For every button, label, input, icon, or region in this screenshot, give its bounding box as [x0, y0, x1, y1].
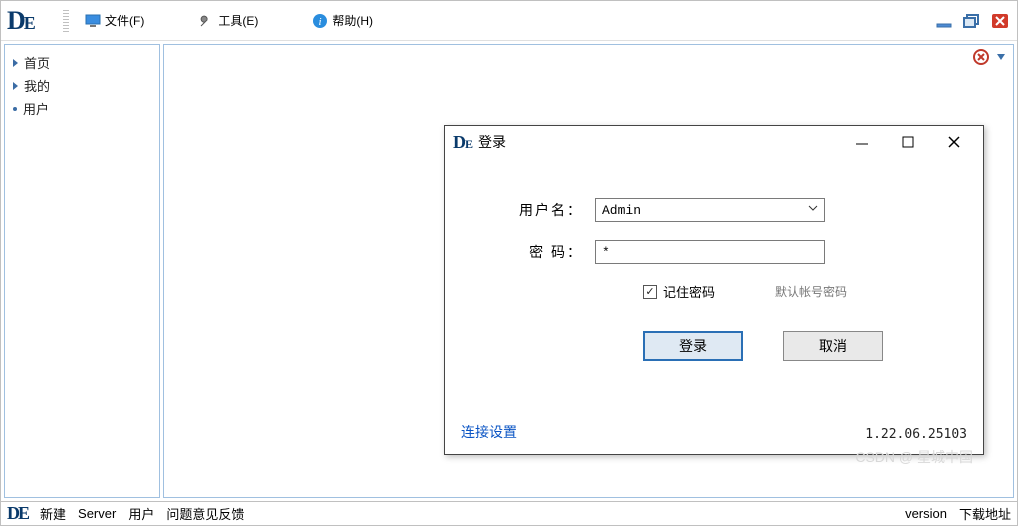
sidebar-item-mine[interactable]: 我的 [9, 74, 155, 97]
sidebar-item-home[interactable]: 首页 [9, 51, 155, 74]
sidebar-item-label: 用户 [23, 99, 49, 118]
triangle-icon [13, 59, 18, 67]
divider-icon [63, 10, 69, 32]
dialog-maximize-icon[interactable] [899, 133, 917, 151]
wrench-icon [198, 13, 214, 29]
main-top-icons [973, 49, 1007, 65]
password-input[interactable] [595, 240, 825, 264]
dialog-title: 登录 [478, 132, 506, 152]
menubar: DE 文件(F) 工具(E) i 帮助(H) [1, 1, 1017, 41]
close-icon[interactable] [989, 12, 1011, 30]
dialog-titlebar: DE 登录 [445, 126, 983, 158]
body: 首页 我的 用户 DE [1, 41, 1017, 501]
dialog-minimize-icon[interactable] [853, 133, 871, 151]
menu-file-label: 文件(F) [105, 12, 144, 29]
password-label: 密 码： [485, 242, 595, 262]
statusbar: DE 新建 Server 用户 问题意见反馈 version 下载地址 [1, 501, 1017, 525]
sidebar-item-user[interactable]: 用户 [9, 97, 155, 120]
menu-help[interactable]: i 帮助(H) [304, 7, 381, 35]
main-panel: DE 登录 用户名： [163, 44, 1014, 498]
sidebar-item-label: 我的 [24, 76, 50, 95]
dialog-close-icon[interactable] [945, 133, 963, 151]
sidebar: 首页 我的 用户 [4, 44, 160, 498]
monitor-icon [85, 13, 101, 29]
connection-settings-link[interactable]: 连接设置 [461, 422, 517, 442]
triangle-icon [13, 82, 18, 90]
remember-checkbox[interactable]: ✓ 记住密码 [643, 282, 715, 301]
cancel-button[interactable]: 取消 [783, 331, 883, 361]
menu-tools-label: 工具(E) [218, 12, 258, 29]
username-label: 用户名： [485, 200, 595, 220]
status-user[interactable]: 用户 [128, 504, 154, 523]
status-new[interactable]: 新建 [40, 504, 66, 523]
remember-label: 记住密码 [663, 282, 715, 301]
status-version-label: version [905, 506, 947, 521]
app-logo-status: DE [7, 503, 28, 524]
checkbox-icon: ✓ [643, 285, 657, 299]
status-feedback[interactable]: 问题意见反馈 [166, 504, 244, 523]
status-download[interactable]: 下载地址 [959, 504, 1011, 523]
default-hint: 默认帐号密码 [775, 283, 847, 300]
login-dialog: DE 登录 用户名： [444, 125, 984, 455]
username-select[interactable] [595, 198, 825, 222]
minimize-icon[interactable] [933, 12, 955, 30]
status-server[interactable]: Server [78, 506, 116, 521]
menu-tools[interactable]: 工具(E) [190, 7, 266, 35]
error-icon[interactable] [973, 49, 989, 65]
app-logo-small: DE [453, 132, 472, 153]
menu-file[interactable]: 文件(F) [77, 7, 152, 35]
dropdown-icon[interactable] [995, 51, 1007, 63]
username-input[interactable] [595, 198, 825, 222]
dialog-body: 用户名： 密 码： ✓ 记住密码 [445, 158, 983, 371]
sidebar-item-label: 首页 [24, 53, 50, 72]
login-button[interactable]: 登录 [643, 331, 743, 361]
window-controls-main [933, 12, 1011, 30]
app-logo: DE [7, 5, 55, 37]
restore-icon[interactable] [961, 12, 983, 30]
svg-text:i: i [319, 16, 322, 28]
version-text: 1.22.06.25103 [865, 427, 967, 442]
dot-icon [13, 107, 17, 111]
menu-help-label: 帮助(H) [332, 12, 373, 29]
info-icon: i [312, 13, 328, 29]
